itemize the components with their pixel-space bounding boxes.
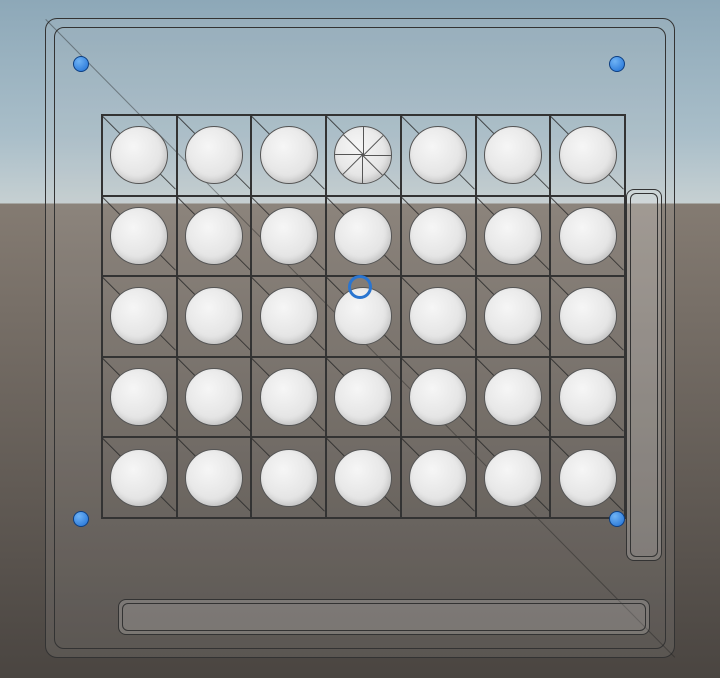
tray-bottom[interactable] [118,599,650,635]
grid-cell[interactable] [401,196,476,277]
disc[interactable] [260,368,318,426]
disc[interactable] [260,287,318,345]
grid-cell[interactable] [102,115,177,196]
grid-cell[interactable] [401,437,476,518]
grid-cell[interactable] [326,437,401,518]
disc[interactable] [260,126,318,184]
disc[interactable] [409,207,467,265]
disc[interactable] [110,368,168,426]
grid-cell[interactable] [476,115,551,196]
disc[interactable] [334,449,392,507]
disc[interactable] [484,207,542,265]
grid-cell[interactable] [476,437,551,518]
disc[interactable] [484,449,542,507]
grid-cell[interactable] [251,196,326,277]
disc-segmented[interactable] [334,126,392,184]
disc[interactable] [110,287,168,345]
disc[interactable] [110,126,168,184]
grid-cell[interactable] [177,196,252,277]
wedge-line [343,155,364,176]
grid-cell[interactable] [102,276,177,357]
tray-right[interactable] [626,189,662,561]
wedge-line [363,155,391,156]
disc[interactable] [484,368,542,426]
pivot-gizmo-icon[interactable] [348,275,372,299]
disc[interactable] [185,449,243,507]
pin-bottom-right[interactable] [609,511,625,527]
disc[interactable] [484,126,542,184]
disc[interactable] [185,287,243,345]
disc[interactable] [185,368,243,426]
grid-cell[interactable] [326,196,401,277]
grid-cell[interactable] [550,196,625,277]
disc[interactable] [260,449,318,507]
disc[interactable] [185,126,243,184]
grid-cell[interactable] [177,115,252,196]
disc[interactable] [110,449,168,507]
grid-cell[interactable] [102,437,177,518]
disc[interactable] [559,287,617,345]
grid-cell[interactable] [251,357,326,438]
grid-cell[interactable] [177,276,252,357]
wedge-line [344,135,365,156]
grid-cell[interactable] [251,115,326,196]
grid-cell[interactable] [476,357,551,438]
disc[interactable] [559,126,617,184]
grid-cell[interactable] [326,115,401,196]
grid-cell[interactable] [177,357,252,438]
grid-cell[interactable] [401,357,476,438]
grid-cell[interactable] [550,357,625,438]
disc[interactable] [409,287,467,345]
unity-scene-view[interactable] [0,0,720,678]
pin-top-right[interactable] [609,56,625,72]
grid-cell[interactable] [251,437,326,518]
disc[interactable] [334,368,392,426]
disc[interactable] [409,368,467,426]
wedge-line [362,155,363,183]
pin-top-left[interactable] [73,56,89,72]
disc[interactable] [110,207,168,265]
disc[interactable] [409,449,467,507]
disc[interactable] [559,449,617,507]
disc[interactable] [260,207,318,265]
grid-cell[interactable] [177,437,252,518]
grid-cell[interactable] [476,196,551,277]
grid-cell[interactable] [550,276,625,357]
grid-cell[interactable] [251,276,326,357]
disc[interactable] [484,287,542,345]
disc[interactable] [409,126,467,184]
disc[interactable] [559,368,617,426]
grid-cell[interactable] [326,357,401,438]
grid-cell[interactable] [401,276,476,357]
grid-cell[interactable] [102,196,177,277]
wedge-line [363,135,384,156]
wedge-line [363,155,384,176]
disc[interactable] [185,207,243,265]
wedge-line [363,127,364,155]
grid-cell[interactable] [401,115,476,196]
grid-panel [101,114,626,519]
wedge-line [335,154,363,155]
grid-cell[interactable] [550,115,625,196]
grid-cell[interactable] [102,357,177,438]
grid-cell[interactable] [550,437,625,518]
game-board[interactable] [45,18,675,658]
disc[interactable] [334,207,392,265]
pin-bottom-left[interactable] [73,511,89,527]
disc[interactable] [559,207,617,265]
grid-cell[interactable] [476,276,551,357]
